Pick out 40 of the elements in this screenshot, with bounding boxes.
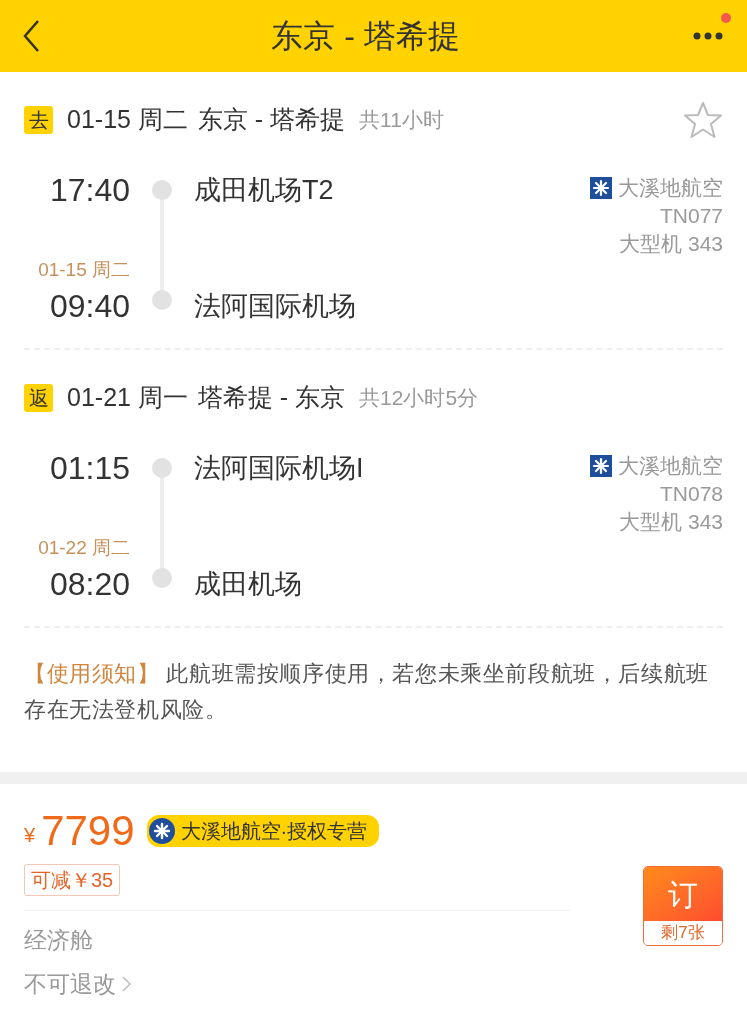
trip-tag: 返 — [24, 384, 53, 412]
flight-number: TN078 — [659, 481, 723, 507]
back-icon[interactable] — [22, 19, 40, 53]
trip-duration: 共12小时5分 — [359, 385, 479, 412]
more-icon[interactable] — [693, 32, 723, 40]
star-icon[interactable] — [683, 101, 723, 139]
trip-tag: 去 — [24, 106, 53, 134]
usage-notice: 【使用须知】 此航班需按顺序使用，若您未乘坐前段航班，后续航班存在无法登机风险。 — [24, 660, 710, 724]
depart-time: 17:40 — [49, 171, 130, 210]
depart-airport: 成田机场T2 — [194, 174, 335, 207]
authorized-badge: 大溪地航空·授权专营 — [146, 815, 380, 847]
airline-name: 大溪地航空 — [618, 175, 723, 201]
arrive-time: 08:20 — [49, 565, 130, 604]
trip-route: 塔希提 - 东京 — [197, 382, 346, 414]
airline-name: 大溪地航空 — [618, 453, 723, 479]
airline-logo-icon — [590, 177, 612, 199]
book-button[interactable]: 订 剩7张 — [643, 866, 723, 946]
price: 7799 — [41, 806, 135, 856]
flight-number: TN077 — [659, 203, 723, 229]
arrive-date: 01-22 周二 — [38, 536, 130, 560]
currency-symbol: ¥ — [24, 823, 36, 848]
airline-logo-icon — [148, 818, 175, 844]
airline-logo-icon — [590, 455, 612, 477]
depart-time: 01:15 — [49, 449, 130, 488]
trip-route: 东京 - 塔希提 — [197, 104, 346, 136]
cabin-class: 经济舱 — [24, 926, 94, 955]
arrive-time: 09:40 — [49, 287, 130, 326]
discount-tag: 可减￥35 — [24, 864, 121, 896]
trip-date: 01-21 周一 — [67, 382, 188, 414]
aircraft-type: 大型机 343 — [619, 509, 723, 535]
arrive-date: 01-15 周二 — [38, 258, 130, 282]
arrive-airport: 成田机场 — [194, 568, 303, 601]
page-title: 东京 - 塔希提 — [271, 17, 460, 56]
refund-policy-link[interactable]: 不可退改 — [24, 967, 116, 1001]
trip-date: 01-15 周二 — [67, 104, 188, 136]
depart-airport: 法阿国际机场I — [194, 452, 365, 485]
arrive-airport: 法阿国际机场 — [194, 290, 357, 323]
aircraft-type: 大型机 343 — [619, 231, 723, 257]
trip-duration: 共11小时 — [359, 107, 444, 134]
chevron-right-icon — [122, 976, 131, 992]
